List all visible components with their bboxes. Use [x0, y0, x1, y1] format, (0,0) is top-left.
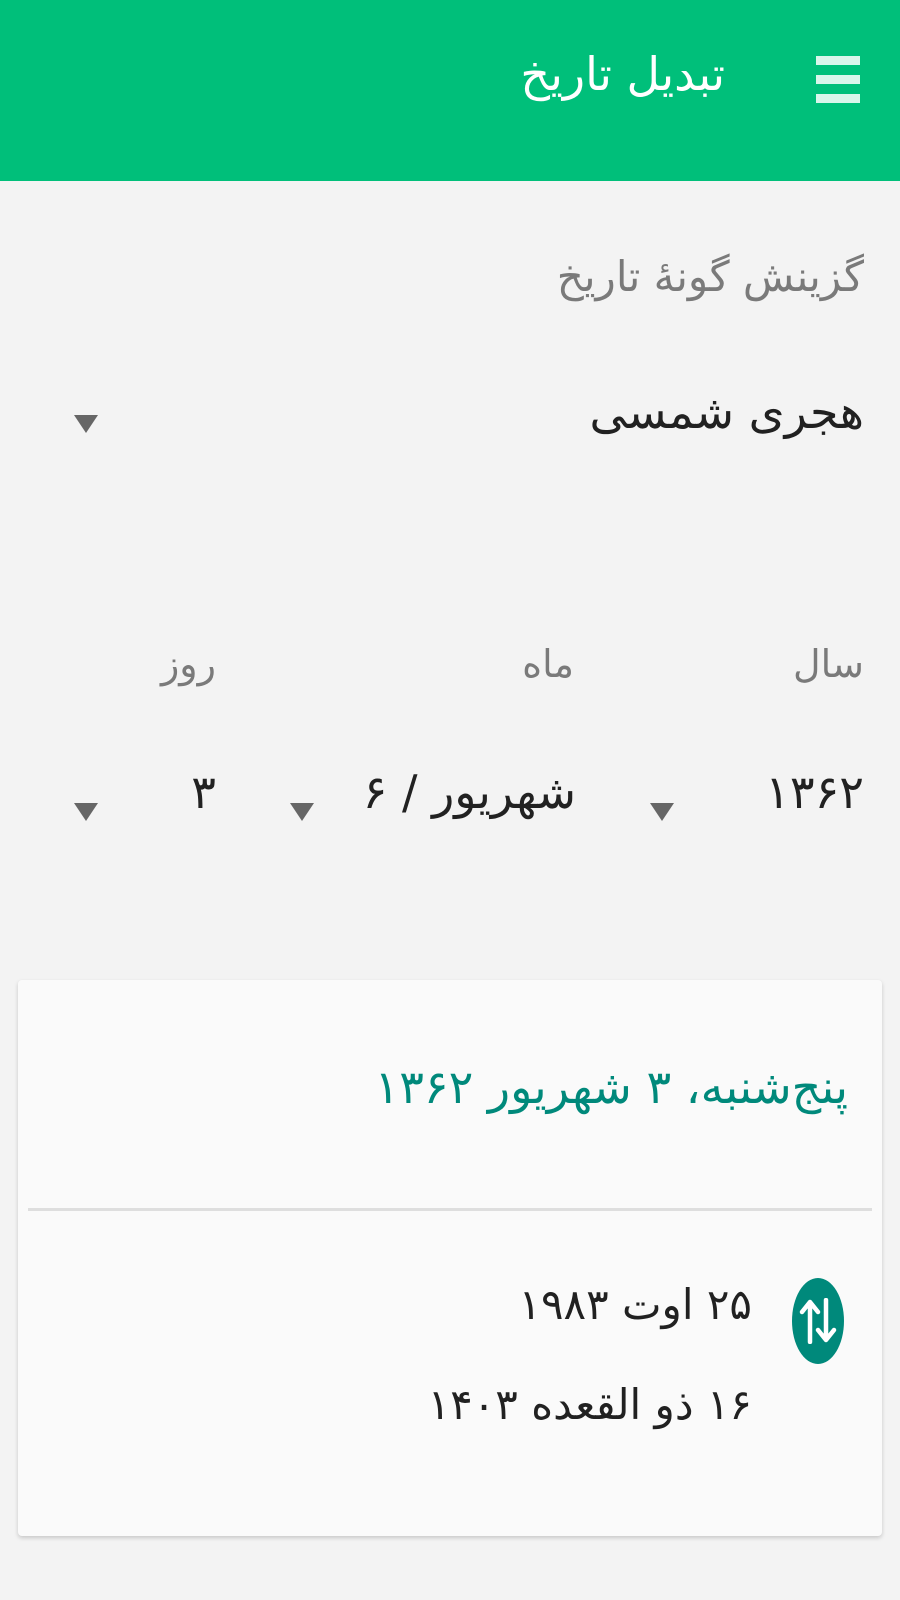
selected-date-title: پنج‌شنبه، ۳ شهریور ۱۳۶۲ — [374, 1060, 848, 1114]
app-title: تبدیل تاریخ — [520, 47, 725, 101]
day-value: ۳ — [191, 765, 216, 819]
menu-line — [816, 94, 860, 103]
calendar-type-value: هجری شمسی — [589, 385, 864, 439]
month-label: ماه — [522, 642, 574, 686]
month-value: شهریور / ۶ — [362, 765, 576, 819]
calendar-type-dropdown[interactable]: هجری شمسی — [60, 385, 864, 455]
dropdown-caret-icon — [74, 803, 98, 821]
result-card: پنج‌شنبه، ۳ شهریور ۱۳۶۲ ۲۵ اوت ۱۹۸۳ ۱۶ ذ… — [18, 980, 882, 1536]
swap-vertical-icon[interactable] — [792, 1278, 844, 1364]
swap-arrows-glyph — [799, 1298, 837, 1344]
day-dropdown[interactable]: ۳ — [74, 765, 216, 835]
menu-line — [816, 56, 860, 65]
hijri-lunar-date: ۱۶ ذو القعده ۱۴۰۳ — [427, 1380, 752, 1429]
app-bar: تبدیل تاریخ — [0, 0, 900, 181]
hamburger-menu-icon[interactable] — [816, 54, 860, 106]
year-value: ۱۳۶۲ — [765, 765, 864, 819]
dropdown-caret-icon — [74, 415, 98, 433]
divider — [28, 1208, 872, 1211]
day-label: روز — [160, 642, 216, 686]
dropdown-caret-icon — [650, 803, 674, 821]
gregorian-date: ۲۵ اوت ۱۹۸۳ — [518, 1280, 752, 1329]
year-dropdown[interactable]: ۱۳۶۲ — [650, 765, 864, 835]
dropdown-caret-icon — [290, 803, 314, 821]
month-dropdown[interactable]: شهریور / ۶ — [290, 765, 576, 835]
year-label: سال — [792, 642, 864, 686]
menu-line — [816, 75, 860, 84]
calendar-type-label: گزینش گونهٔ تاریخ — [556, 252, 864, 301]
